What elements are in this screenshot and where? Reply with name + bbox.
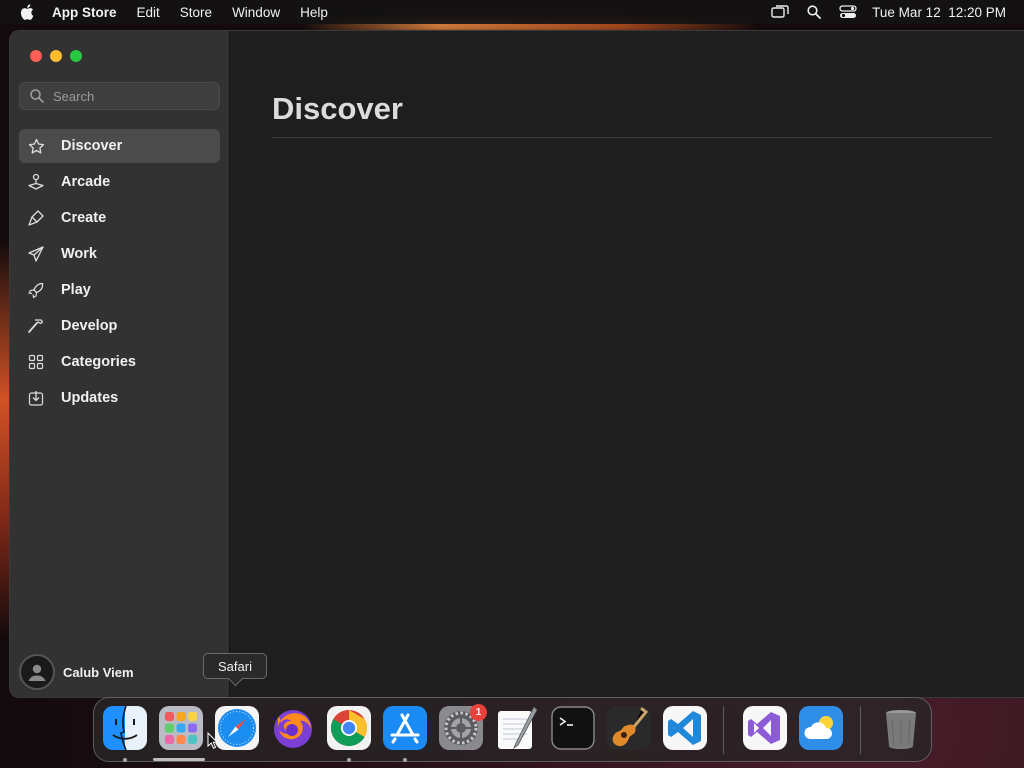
running-indicator bbox=[403, 758, 407, 762]
joystick-icon bbox=[27, 173, 45, 191]
sidebar-item-arcade[interactable]: Arcade bbox=[19, 165, 220, 199]
account-button[interactable]: Calub Viem bbox=[19, 654, 134, 690]
sidebar-item-label: Play bbox=[61, 282, 91, 298]
close-button[interactable] bbox=[30, 50, 42, 62]
dock: 1 bbox=[93, 697, 932, 762]
menu-store[interactable]: Store bbox=[180, 5, 212, 20]
running-indicator bbox=[347, 758, 351, 762]
dock-visual-studio[interactable] bbox=[742, 705, 788, 751]
menu-clock[interactable]: Tue Mar 12 12:20 PM bbox=[872, 5, 1006, 20]
menu-app-name[interactable]: App Store bbox=[52, 5, 117, 20]
sidebar-item-create[interactable]: Create bbox=[19, 201, 220, 235]
chrome-icon bbox=[327, 706, 371, 750]
avatar bbox=[19, 654, 55, 690]
menu-bar: App Store Edit Store Window Help Tue Mar… bbox=[0, 0, 1024, 24]
minimize-button[interactable] bbox=[50, 50, 62, 62]
menu-window[interactable]: Window bbox=[232, 5, 280, 20]
screen-mirroring-icon[interactable] bbox=[770, 4, 790, 20]
safari-icon bbox=[215, 706, 259, 750]
dock-firefox[interactable] bbox=[270, 705, 316, 751]
search-input[interactable] bbox=[53, 88, 203, 104]
firefox-icon bbox=[274, 710, 312, 748]
dock-separator bbox=[723, 706, 724, 754]
dock-launchpad[interactable] bbox=[158, 705, 204, 751]
zoom-button[interactable] bbox=[70, 50, 82, 62]
sidebar-item-categories[interactable]: Categories bbox=[19, 345, 220, 379]
sidebar-item-label: Updates bbox=[61, 390, 119, 406]
page-title: Discover bbox=[272, 91, 403, 126]
dock-app-store[interactable] bbox=[382, 705, 428, 751]
dock-separator bbox=[860, 706, 861, 754]
dock-textedit[interactable] bbox=[494, 705, 540, 751]
sidebar-item-play[interactable]: Play bbox=[19, 273, 220, 307]
menu-help[interactable]: Help bbox=[300, 5, 328, 20]
dock-chrome[interactable] bbox=[326, 705, 372, 751]
title-divider bbox=[272, 137, 992, 138]
sidebar-item-label: Develop bbox=[61, 318, 118, 334]
hammer-icon bbox=[27, 317, 45, 335]
spotlight-search-icon[interactable] bbox=[804, 4, 824, 20]
sidebar-item-updates[interactable]: Updates bbox=[19, 381, 220, 415]
person-icon bbox=[28, 664, 46, 681]
sidebar-item-discover[interactable]: Discover bbox=[19, 129, 220, 163]
dock-garageband[interactable] bbox=[606, 705, 652, 751]
window-controls bbox=[30, 50, 82, 62]
brush-icon bbox=[27, 209, 45, 227]
dock-terminal[interactable] bbox=[550, 705, 596, 751]
download-icon bbox=[27, 389, 45, 407]
sidebar-item-label: Discover bbox=[61, 138, 123, 154]
menu-edit[interactable]: Edit bbox=[137, 5, 160, 20]
sidebar-item-label: Arcade bbox=[61, 174, 111, 190]
paper-plane-icon bbox=[27, 245, 45, 263]
sidebar: Discover Arcade Create Work bbox=[10, 31, 230, 697]
textedit-icon bbox=[498, 706, 538, 750]
launchpad-indicator bbox=[153, 758, 205, 761]
terminal-icon bbox=[551, 706, 595, 750]
weather-icon bbox=[799, 706, 843, 750]
sidebar-item-label: Create bbox=[61, 210, 107, 226]
dock-finder[interactable] bbox=[102, 705, 148, 751]
apple-menu-icon[interactable] bbox=[16, 0, 38, 24]
control-center-icon[interactable] bbox=[838, 4, 858, 20]
mouse-cursor-icon bbox=[207, 732, 219, 749]
dock-weather[interactable] bbox=[798, 705, 844, 751]
trash-icon bbox=[886, 710, 916, 749]
vscode-icon bbox=[663, 706, 707, 750]
rocket-icon bbox=[27, 281, 45, 299]
finder-icon bbox=[103, 705, 147, 751]
dock-safari[interactable] bbox=[214, 705, 260, 751]
sidebar-item-work[interactable]: Work bbox=[19, 237, 220, 271]
sidebar-item-label: Categories bbox=[61, 354, 136, 370]
dock-tooltip: Safari bbox=[203, 653, 267, 679]
sidebar-item-label: Work bbox=[61, 246, 97, 262]
app-store-window: Discover Arcade Create Work bbox=[9, 30, 1024, 698]
sidebar-nav: Discover Arcade Create Work Play Develop… bbox=[19, 129, 220, 417]
search-field[interactable] bbox=[19, 82, 220, 110]
guitar-icon bbox=[607, 706, 651, 750]
app-store-icon bbox=[383, 706, 427, 750]
main-content: Discover bbox=[231, 31, 1024, 697]
visual-studio-icon bbox=[743, 706, 787, 750]
grid-icon bbox=[27, 353, 45, 371]
search-icon bbox=[30, 89, 44, 103]
notification-badge: 1 bbox=[470, 704, 487, 721]
launchpad-icon bbox=[159, 706, 203, 750]
dock-vscode[interactable] bbox=[662, 705, 708, 751]
running-indicator bbox=[123, 758, 127, 762]
star-icon bbox=[27, 137, 45, 155]
user-name: Calub Viem bbox=[63, 664, 134, 680]
dock-trash[interactable] bbox=[878, 705, 924, 751]
sidebar-item-develop[interactable]: Develop bbox=[19, 309, 220, 343]
